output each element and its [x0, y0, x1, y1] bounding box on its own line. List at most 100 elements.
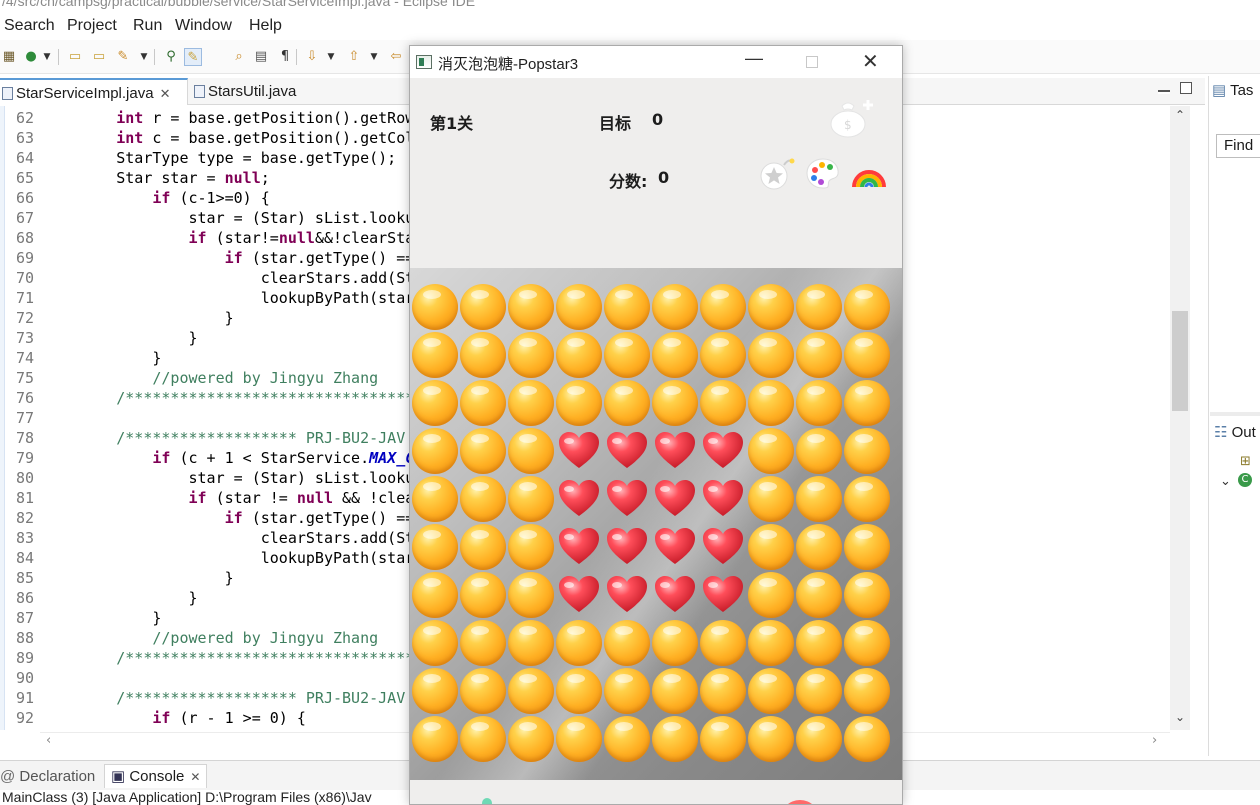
pilcrow-icon[interactable]: ¶ — [276, 48, 294, 66]
folder-icon[interactable]: ▭ — [90, 48, 108, 66]
orange-star[interactable] — [844, 620, 890, 666]
orange-star[interactable] — [604, 620, 650, 666]
orange-star[interactable] — [652, 332, 698, 378]
star-bomb-icon[interactable] — [758, 155, 796, 191]
scroll-up-icon[interactable]: ⌃ — [1170, 108, 1190, 122]
orange-star[interactable] — [460, 524, 506, 570]
new-icon[interactable]: ▦ — [0, 48, 18, 66]
orange-star[interactable] — [604, 380, 650, 426]
orange-star[interactable] — [460, 620, 506, 666]
orange-star[interactable] — [412, 620, 458, 666]
orange-star[interactable] — [412, 380, 458, 426]
orange-star[interactable] — [604, 668, 650, 714]
orange-star[interactable] — [796, 668, 842, 714]
orange-star[interactable] — [796, 476, 842, 522]
mark-icon[interactable]: ✎ — [184, 48, 202, 66]
orange-star[interactable] — [508, 332, 554, 378]
orange-star[interactable] — [748, 332, 794, 378]
orange-star[interactable] — [796, 284, 842, 330]
menu-run[interactable]: Run — [133, 17, 162, 35]
orange-star[interactable] — [700, 380, 746, 426]
heart-star[interactable] — [700, 428, 746, 474]
orange-star[interactable] — [844, 476, 890, 522]
open-folder-icon[interactable]: ▭ — [66, 48, 84, 66]
orange-star[interactable] — [556, 620, 602, 666]
orange-star[interactable] — [412, 476, 458, 522]
orange-star[interactable] — [844, 524, 890, 570]
menu-project[interactable]: Project — [67, 17, 117, 35]
orange-star[interactable] — [652, 284, 698, 330]
orange-star[interactable] — [700, 716, 746, 762]
package-icon[interactable]: ⊞ — [1240, 454, 1251, 469]
orange-star[interactable] — [652, 620, 698, 666]
orange-star[interactable] — [508, 572, 554, 618]
orange-star[interactable] — [748, 668, 794, 714]
menu-window[interactable]: Window — [175, 17, 232, 35]
next-dropdown-icon[interactable]: ▼ — [322, 48, 340, 66]
heart-star[interactable] — [652, 428, 698, 474]
orange-star[interactable] — [844, 332, 890, 378]
orange-star[interactable] — [460, 476, 506, 522]
close-icon[interactable]: ✕ — [160, 86, 171, 101]
orange-star[interactable] — [700, 332, 746, 378]
orange-star[interactable] — [604, 332, 650, 378]
class-icon[interactable]: C — [1238, 473, 1252, 487]
task-find-input[interactable]: Find — [1216, 134, 1260, 158]
rainbow-icon[interactable] — [850, 155, 888, 191]
orange-star[interactable] — [652, 668, 698, 714]
heart-star[interactable] — [604, 476, 650, 522]
orange-star[interactable] — [844, 716, 890, 762]
tab-console[interactable]: ▣ Console ✕ — [104, 764, 208, 788]
menu-help[interactable]: Help — [249, 17, 282, 35]
heart-star[interactable] — [700, 524, 746, 570]
tab-starsutil[interactable]: StarsUtil.java — [192, 78, 352, 105]
prev-dropdown-icon[interactable]: ▼ — [365, 48, 383, 66]
orange-star[interactable] — [412, 332, 458, 378]
prev-annotation-icon[interactable]: ⇧ — [345, 48, 363, 66]
expand-icon[interactable]: ⌄ — [1220, 474, 1231, 489]
search-file-icon[interactable]: ⌕ — [230, 48, 248, 66]
orange-star[interactable] — [604, 284, 650, 330]
orange-star[interactable] — [508, 668, 554, 714]
orange-star[interactable] — [508, 476, 554, 522]
heart-star[interactable] — [556, 428, 602, 474]
orange-star[interactable] — [412, 668, 458, 714]
scroll-down-icon[interactable]: ⌄ — [1170, 710, 1190, 724]
orange-star[interactable] — [748, 284, 794, 330]
orange-star[interactable] — [844, 668, 890, 714]
orange-star[interactable] — [556, 332, 602, 378]
heart-star[interactable] — [604, 524, 650, 570]
orange-star[interactable] — [412, 572, 458, 618]
pin-icon[interactable]: ⚲ — [162, 48, 180, 66]
orange-star[interactable] — [460, 284, 506, 330]
heart-star[interactable] — [604, 572, 650, 618]
orange-star[interactable] — [556, 380, 602, 426]
doc-icon[interactable]: ▤ — [252, 48, 270, 66]
close-icon[interactable]: ✕ — [862, 49, 879, 74]
tab-outline[interactable]: ☷ Out — [1214, 420, 1256, 446]
orange-star[interactable] — [700, 620, 746, 666]
orange-star[interactable] — [844, 572, 890, 618]
orange-star[interactable] — [508, 716, 554, 762]
orange-star[interactable] — [796, 716, 842, 762]
orange-star[interactable] — [796, 332, 842, 378]
game-title-bar[interactable]: 消灭泡泡糖-Popstar3 — ✕ — [410, 46, 902, 78]
orange-star[interactable] — [508, 380, 554, 426]
orange-star[interactable] — [796, 524, 842, 570]
orange-star[interactable] — [508, 524, 554, 570]
orange-star[interactable] — [796, 620, 842, 666]
tab-task-list[interactable]: ▤ Tas — [1212, 78, 1253, 104]
orange-star[interactable] — [460, 380, 506, 426]
run-dropdown-icon[interactable]: ▼ — [38, 48, 56, 66]
orange-star[interactable] — [652, 716, 698, 762]
orange-star[interactable] — [412, 716, 458, 762]
back-icon[interactable]: ⇦ — [387, 48, 405, 66]
scroll-right-icon[interactable]: › — [1152, 733, 1157, 748]
orange-star[interactable] — [748, 524, 794, 570]
close-icon[interactable]: ✕ — [190, 770, 200, 784]
orange-star[interactable] — [700, 668, 746, 714]
minimize-view-icon[interactable] — [1158, 90, 1170, 94]
heart-star[interactable] — [556, 572, 602, 618]
heart-star[interactable] — [700, 572, 746, 618]
orange-star[interactable] — [460, 332, 506, 378]
